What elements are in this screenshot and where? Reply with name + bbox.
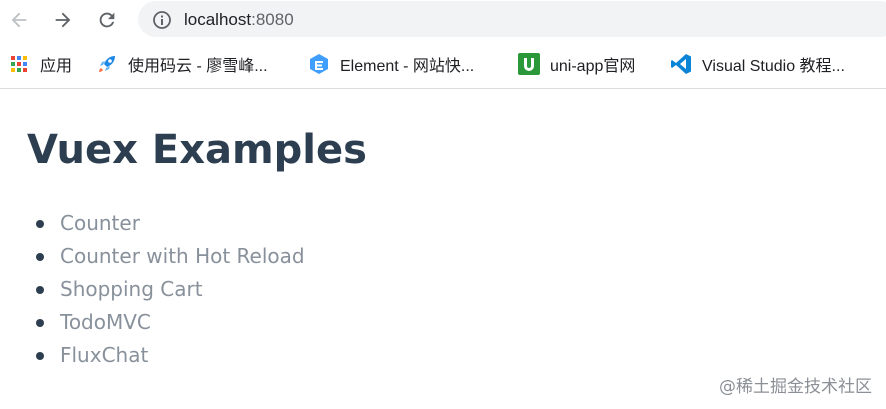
example-link-todomvc[interactable]: TodoMVC	[60, 310, 151, 334]
bookmark-label: 应用	[40, 58, 73, 75]
example-link-fluxchat[interactable]: FluxChat	[60, 343, 148, 367]
bookmark-visual-studio[interactable]: Visual Studio 教程...	[670, 52, 845, 76]
browser-toolbar: localhost:8080	[0, 0, 886, 40]
bookmark-apps[interactable]: 应用	[8, 52, 72, 76]
bookmark-label: Visual Studio 教程...	[702, 58, 845, 75]
watermark: @稀土掘金技术社区	[719, 377, 872, 397]
back-arrow-icon	[11, 12, 27, 28]
reload-icon	[99, 12, 115, 28]
example-link-counter-hot[interactable]: Counter with Hot Reload	[60, 244, 305, 268]
uni-app-logo-icon	[518, 53, 540, 75]
address-url[interactable]: localhost:8080	[184, 9, 294, 31]
forward-button[interactable]	[50, 7, 76, 33]
bullet	[36, 352, 44, 360]
bookmark-label: uni-app官网	[550, 58, 636, 75]
apps-grid-icon	[8, 53, 30, 75]
forward-arrow-icon	[55, 12, 71, 28]
bookmark-label: Element - 网站快...	[340, 58, 475, 75]
bookmark-uni-app[interactable]: uni-app官网	[518, 52, 635, 76]
url-host: localhost	[184, 10, 252, 29]
list-item: FluxChat	[0, 339, 305, 372]
bullet	[36, 253, 44, 261]
example-link-counter[interactable]: Counter	[60, 211, 140, 235]
examples-list: Counter Counter with Hot Reload Shopping…	[0, 207, 305, 372]
list-item: Counter with Hot Reload	[0, 240, 305, 273]
url-port: :8080	[251, 10, 294, 29]
info-icon[interactable]	[152, 10, 172, 30]
list-item: Shopping Cart	[0, 273, 305, 306]
bullet	[36, 220, 44, 228]
list-item: Counter	[0, 207, 305, 240]
element-logo-icon	[308, 53, 330, 75]
rocket-icon	[96, 53, 118, 75]
back-button[interactable]	[6, 7, 32, 33]
page-title: Vuex Examples	[27, 127, 367, 173]
example-link-shopping-cart[interactable]: Shopping Cart	[60, 277, 203, 301]
bookmark-gitee[interactable]: 使用码云 - 廖雪峰...	[96, 52, 268, 76]
reload-button[interactable]	[94, 7, 120, 33]
bullet	[36, 286, 44, 294]
bullet	[36, 319, 44, 327]
bookmark-element[interactable]: Element - 网站快...	[308, 52, 474, 76]
bookmark-label: 使用码云 - 廖雪峰...	[128, 58, 268, 75]
vscode-logo-icon	[670, 53, 692, 75]
list-item: TodoMVC	[0, 306, 305, 339]
bookmarks-bar: 应用 使用码云 - 廖雪峰... Element - 网站快... uni-ap…	[0, 44, 886, 84]
toolbar-divider	[0, 88, 886, 89]
